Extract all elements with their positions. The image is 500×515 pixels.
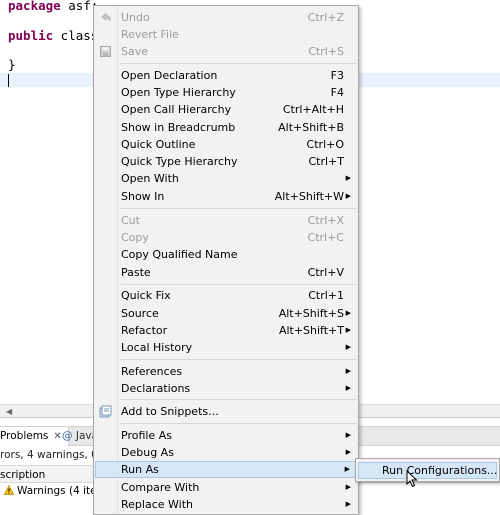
submenu-arrow-icon: ▶ (345, 448, 351, 456)
snippet-icon (99, 405, 112, 418)
code-line-1: package asf; (8, 0, 98, 13)
menu-item-undo[interactable]: Undo Ctrl+Z (95, 9, 358, 26)
menu-item-compare-with[interactable]: Compare With ▶ (95, 479, 358, 496)
menu-item-open-call-hierarchy[interactable]: Open Call Hierarchy Ctrl+Alt+H (95, 101, 358, 118)
warning-icon (4, 485, 14, 495)
column-header-label: scription (0, 469, 46, 481)
warnings-tree-row[interactable]: Warnings (4 item (0, 485, 107, 497)
context-menu: Undo Ctrl+Z Revert File Save Ctrl+S Open D… (93, 5, 359, 515)
menu-item-local-history[interactable]: Local History ▶ (95, 339, 358, 356)
menu-separator (121, 284, 357, 285)
menu-item-source[interactable]: Source Alt+Shift+S ▶ (95, 305, 358, 322)
tab-problems-label: Problems (0, 430, 49, 442)
keyword: public (8, 28, 54, 43)
menu-separator (121, 208, 357, 209)
menu-item-open-declaration[interactable]: Open Declaration F3 (95, 67, 358, 84)
menu-item-declarations[interactable]: Declarations ▶ (95, 380, 358, 397)
code-line-2: public class (8, 28, 98, 43)
menu-item-profile-as[interactable]: Profile As ▶ (95, 427, 358, 444)
menu-separator (121, 63, 357, 64)
menu-item-run-configurations[interactable]: Run Configurations... (358, 462, 497, 479)
menu-separator (121, 359, 357, 360)
submenu-arrow-icon: ▶ (345, 384, 351, 392)
menu-item-open-with[interactable]: Open With ▶ (95, 170, 358, 187)
code-text: } (8, 57, 16, 72)
text-caret (8, 74, 9, 87)
close-icon[interactable]: ✕ (53, 431, 61, 442)
menu-item-cut[interactable]: Cut Ctrl+X (95, 212, 358, 229)
submenu-arrow-icon: ▶ (345, 343, 351, 351)
menu-item-paste[interactable]: Paste Ctrl+V (95, 264, 358, 281)
menu-item-run-as[interactable]: Run As ▶ (95, 461, 358, 478)
menu-item-show-in-breadcrumb[interactable]: Show in Breadcrumb Alt+Shift+B (95, 119, 358, 136)
menu-item-references[interactable]: References ▶ (95, 363, 358, 380)
keyword: package (8, 0, 61, 13)
menu-item-open-type-hierarchy[interactable]: Open Type Hierarchy F4 (95, 84, 358, 101)
menu-item-refactor[interactable]: Refactor Alt+Shift+T ▶ (95, 322, 358, 339)
undo-icon (101, 12, 111, 22)
code-text: class (53, 28, 99, 43)
menu-item-revert-file[interactable]: Revert File (95, 26, 358, 43)
menu-item-add-to-snippets[interactable]: Add to Snippets... (95, 403, 358, 420)
submenu-arrow-icon: ▶ (345, 192, 351, 200)
at-icon: @ (62, 430, 73, 442)
run-as-submenu: Run Configurations... (355, 458, 500, 482)
menu-item-quick-outline[interactable]: Quick Outline Ctrl+O (95, 136, 358, 153)
submenu-arrow-icon: ▶ (345, 367, 351, 375)
submenu-arrow-icon: ▶ (344, 465, 350, 473)
menu-item-quick-type-hierarchy[interactable]: Quick Type Hierarchy Ctrl+T (95, 153, 358, 170)
menu-item-quick-fix[interactable]: Quick Fix Ctrl+1 (95, 287, 358, 304)
tab-problems[interactable]: Problems ✕ (0, 427, 69, 446)
submenu-arrow-icon: ▶ (345, 309, 351, 317)
menu-separator (121, 423, 357, 424)
submenu-arrow-icon: ▶ (345, 483, 351, 491)
code-line-3: } (8, 57, 16, 72)
submenu-arrow-icon: ▶ (345, 326, 351, 334)
mouse-cursor-icon (406, 470, 418, 488)
problems-summary: rors, 4 warnings, 0 o (0, 449, 108, 461)
menu-item-copy[interactable]: Copy Ctrl+C (95, 229, 358, 246)
menu-item-replace-with[interactable]: Replace With ▶ (95, 496, 358, 513)
submenu-arrow-icon: ▶ (345, 174, 351, 182)
menu-separator (121, 399, 357, 400)
menu-item-save[interactable]: Save Ctrl+S (95, 43, 358, 60)
menu-item-show-in[interactable]: Show In Alt+Shift+W ▶ (95, 188, 358, 205)
submenu-arrow-icon: ▶ (345, 431, 351, 439)
menu-item-debug-as[interactable]: Debug As ▶ (95, 444, 358, 461)
menu-item-copy-qualified-name[interactable]: Copy Qualified Name (95, 246, 358, 263)
save-icon (100, 46, 111, 57)
submenu-arrow-icon: ▶ (345, 500, 351, 508)
